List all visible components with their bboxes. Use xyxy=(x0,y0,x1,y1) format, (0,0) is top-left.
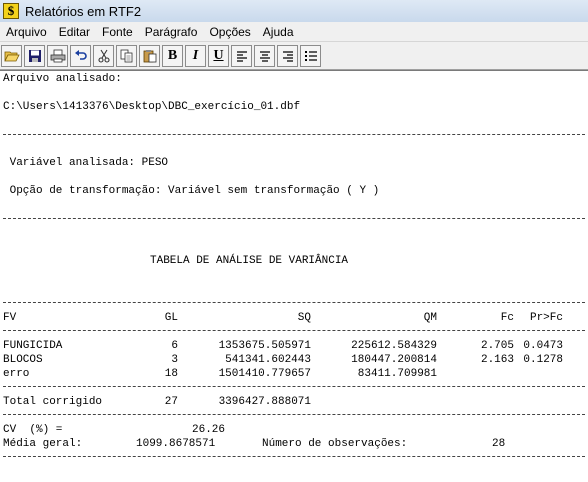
paste-icon xyxy=(143,49,156,62)
bullets-icon xyxy=(304,50,317,61)
report-text-area[interactable]: Arquivo analisado: C:\Users\1413376\Desk… xyxy=(0,70,588,482)
save-button[interactable] xyxy=(24,44,45,67)
header-fv: FV xyxy=(3,312,17,324)
table-cell: 2.705 xyxy=(480,340,514,352)
table-title: TABELA DE ANÁLISE DE VARIÂNCIA xyxy=(150,255,349,267)
title-bar: $ Relatórios em RTF2 xyxy=(0,0,588,22)
open-icon xyxy=(3,51,20,61)
copy-button[interactable] xyxy=(116,44,137,67)
undo-icon xyxy=(74,49,87,60)
menu-bar: Arquivo Editar Fonte Parágrafo Opções Aj… xyxy=(0,22,588,42)
dollar-icon: $ xyxy=(3,3,19,19)
file-label: Arquivo analisado: xyxy=(3,73,122,85)
menu-fonte[interactable]: Fonte xyxy=(96,22,139,42)
table-cell: 180447.200814 xyxy=(351,354,437,366)
obs-value: 28 xyxy=(492,438,506,450)
separator xyxy=(3,134,585,135)
table-cell: 0.0473 xyxy=(523,340,563,352)
print-button[interactable] xyxy=(47,44,68,67)
print-icon xyxy=(50,49,65,62)
table-cell: 541341.602443 xyxy=(225,354,311,366)
file-path: C:\Users\1413376\Desktop\DBC_exercício_0… xyxy=(3,101,301,113)
menu-paragrafo[interactable]: Parágrafo xyxy=(139,22,204,42)
header-fc: Fc xyxy=(500,312,514,324)
cut-button[interactable] xyxy=(93,44,114,67)
open-button[interactable] xyxy=(1,44,22,67)
underline-button[interactable]: U xyxy=(208,44,229,67)
variable-line: Variável analisada: PESO xyxy=(3,157,169,169)
cv-label: CV (%) = xyxy=(3,424,63,436)
align-center-icon xyxy=(259,50,270,62)
separator xyxy=(3,414,585,415)
toolbar: B I U xyxy=(0,42,588,70)
header-gl: GL xyxy=(164,312,178,324)
align-left-icon xyxy=(236,50,247,62)
italic-icon: I xyxy=(192,47,199,63)
total-label: Total corrigido xyxy=(3,396,103,408)
align-center-button[interactable] xyxy=(254,44,275,67)
separator xyxy=(3,218,585,219)
table-cell: 2.163 xyxy=(480,354,514,366)
menu-opcoes[interactable]: Opções xyxy=(203,22,256,42)
transform-line: Opção de transformação: Variável sem tra… xyxy=(3,185,380,197)
table-cell: FUNGICIDA xyxy=(3,340,63,352)
window-title: Relatórios em RTF2 xyxy=(25,3,142,19)
header-qm: QM xyxy=(423,312,437,324)
paste-button[interactable] xyxy=(139,44,160,67)
total-sq: 3396427.888071 xyxy=(218,396,311,408)
separator xyxy=(3,302,585,303)
table-cell: 18 xyxy=(164,368,178,380)
menu-arquivo[interactable]: Arquivo xyxy=(0,22,53,42)
mean-value: 1099.8678571 xyxy=(136,438,216,450)
menu-editar[interactable]: Editar xyxy=(53,22,96,42)
menu-ajuda[interactable]: Ajuda xyxy=(257,22,300,42)
save-icon xyxy=(28,49,41,62)
table-cell: 83411.709981 xyxy=(357,368,437,380)
underline-icon: U xyxy=(213,47,224,63)
table-cell: 1353675.505971 xyxy=(218,340,311,352)
align-right-button[interactable] xyxy=(277,44,298,67)
header-pr: Pr>Fc xyxy=(529,312,563,324)
table-cell: 1501410.779657 xyxy=(218,368,311,380)
separator xyxy=(3,456,585,457)
align-right-icon xyxy=(282,50,293,62)
bold-button[interactable]: B xyxy=(162,44,183,67)
cv-value: 26.26 xyxy=(192,424,226,436)
table-cell: 225612.584329 xyxy=(351,340,437,352)
copy-icon xyxy=(120,49,132,62)
bold-icon: B xyxy=(167,47,178,63)
table-cell: BLOCOS xyxy=(3,354,43,366)
italic-button[interactable]: I xyxy=(185,44,206,67)
table-cell: 6 xyxy=(171,340,178,352)
total-gl: 27 xyxy=(164,396,178,408)
separator xyxy=(3,330,585,331)
table-cell: 3 xyxy=(171,354,178,366)
table-cell: 0.1278 xyxy=(523,354,563,366)
table-cell: erro xyxy=(3,368,30,380)
align-left-button[interactable] xyxy=(231,44,252,67)
bullets-button[interactable] xyxy=(300,44,321,67)
undo-button[interactable] xyxy=(70,44,91,67)
mean-label: Média geral: xyxy=(3,438,83,450)
cut-icon xyxy=(97,49,110,63)
header-sq: SQ xyxy=(297,312,311,324)
separator xyxy=(3,386,585,387)
obs-label: Número de observações: xyxy=(262,438,408,450)
